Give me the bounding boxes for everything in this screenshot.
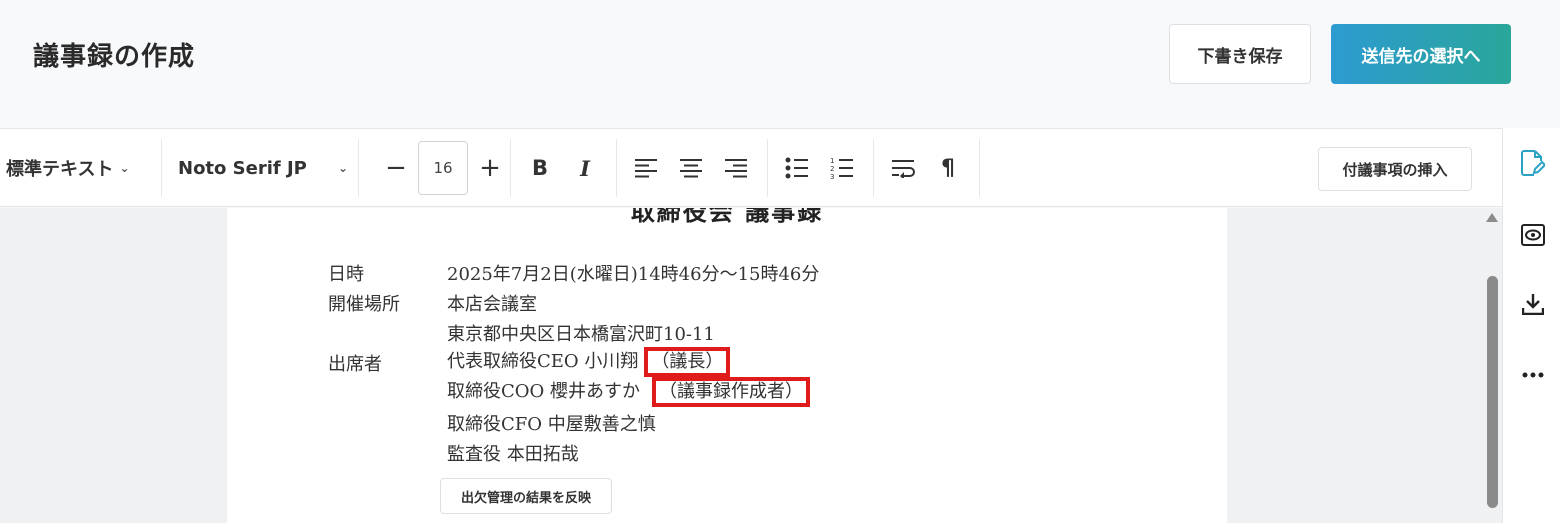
toolbar-divider <box>767 139 768 197</box>
row-label: 日時 <box>328 264 364 285</box>
align-right-icon[interactable] <box>716 148 756 188</box>
attendee-row: 取締役COO 櫻井あすか （議事録作成者） <box>447 377 811 407</box>
text-wrap-icon[interactable] <box>883 148 923 188</box>
attendee-name: 取締役COO 櫻井あすか <box>447 381 641 402</box>
toolbar-divider <box>616 139 617 197</box>
document-canvas: 取締役会 議事録 日時 2025年7月2日(水曜日)14時46分～15時46分 … <box>0 208 1502 523</box>
svg-text:1: 1 <box>830 157 834 165</box>
attendee-row: 取締役CFO 中屋敷善之慎 <box>447 414 656 435</box>
scrollbar-thumb[interactable] <box>1487 276 1498 508</box>
numbered-list-icon[interactable]: 123 <box>822 148 862 188</box>
text-style-value: 標準テキスト <box>6 159 114 180</box>
chevron-down-icon: ⌄ <box>337 161 348 175</box>
toolbar-divider <box>979 139 980 197</box>
attendee-row: 監査役 本田拓哉 <box>447 444 579 465</box>
edit-document-icon[interactable] <box>1520 150 1546 176</box>
paragraph-mark-icon[interactable]: ¶ <box>928 148 968 188</box>
select-recipients-button[interactable]: 送信先の選択へ <box>1331 24 1511 84</box>
toolbar-divider <box>358 139 359 197</box>
align-left-icon[interactable] <box>626 148 666 188</box>
list-group: 123 <box>777 139 862 197</box>
row-label: 開催場所 <box>328 294 400 315</box>
text-format-group: B I <box>520 139 605 197</box>
decrease-size-button[interactable]: − <box>376 148 416 188</box>
more-icon[interactable] <box>1520 362 1546 388</box>
font-family-select[interactable]: Noto Serif JP ⌄ <box>178 139 348 197</box>
download-icon[interactable] <box>1520 291 1546 317</box>
alignment-group <box>626 139 756 197</box>
toolbar-divider <box>510 139 511 197</box>
role-tag-highlight: （議事録作成者） <box>652 377 811 407</box>
page-title: 議事録の作成 <box>33 42 196 72</box>
document-page[interactable]: 取締役会 議事録 日時 2025年7月2日(水曜日)14時46分～15時46分 … <box>227 208 1227 523</box>
scroll-up-arrow[interactable] <box>1486 213 1498 222</box>
svg-text:3: 3 <box>830 173 834 180</box>
page-header: 議事録の作成 下書き保存 送信先の選択へ <box>0 0 1560 128</box>
row-value: 2025年7月2日(水曜日)14時46分～15時46分 <box>447 264 820 285</box>
preview-eye-icon[interactable] <box>1520 222 1546 248</box>
font-size-control: − + <box>376 139 510 197</box>
increase-size-button[interactable]: + <box>470 148 510 188</box>
reflect-attendance-button[interactable]: 出欠管理の結果を反映 <box>440 478 612 514</box>
row-value: 本店会議室 <box>447 294 537 315</box>
chevron-down-icon: ⌄ <box>119 161 130 175</box>
bullet-list-icon[interactable] <box>777 148 817 188</box>
font-size-input[interactable] <box>418 141 468 195</box>
font-family-value: Noto Serif JP <box>178 157 307 179</box>
row-value: 東京都中央区日本橋富沢町10-11 <box>447 324 715 345</box>
svg-text:2: 2 <box>830 165 834 173</box>
align-center-icon[interactable] <box>671 148 711 188</box>
bold-button[interactable]: B <box>520 148 560 188</box>
attendee-row: 代表取締役CEO 小川翔 （議長） <box>447 347 731 377</box>
row-label: 出席者 <box>328 354 382 375</box>
editor-toolbar: 標準テキスト ⌄ Noto Serif JP ⌄ − + B I 123 <box>0 128 1502 207</box>
document-title: 取締役会 議事録 <box>630 208 824 226</box>
attendee-name: 代表取締役CEO 小川翔 <box>447 351 639 372</box>
save-draft-button[interactable]: 下書き保存 <box>1169 24 1311 84</box>
text-style-select[interactable]: 標準テキスト ⌄ <box>6 139 130 197</box>
toolbar-divider <box>873 139 874 197</box>
toolbar-divider <box>161 139 162 197</box>
role-tag-highlight: （議長） <box>644 347 731 377</box>
misc-group: ¶ <box>883 139 968 197</box>
insert-agenda-item-button[interactable]: 付議事項の挿入 <box>1318 147 1472 191</box>
italic-button[interactable]: I <box>565 148 605 188</box>
right-side-rail <box>1502 128 1560 523</box>
